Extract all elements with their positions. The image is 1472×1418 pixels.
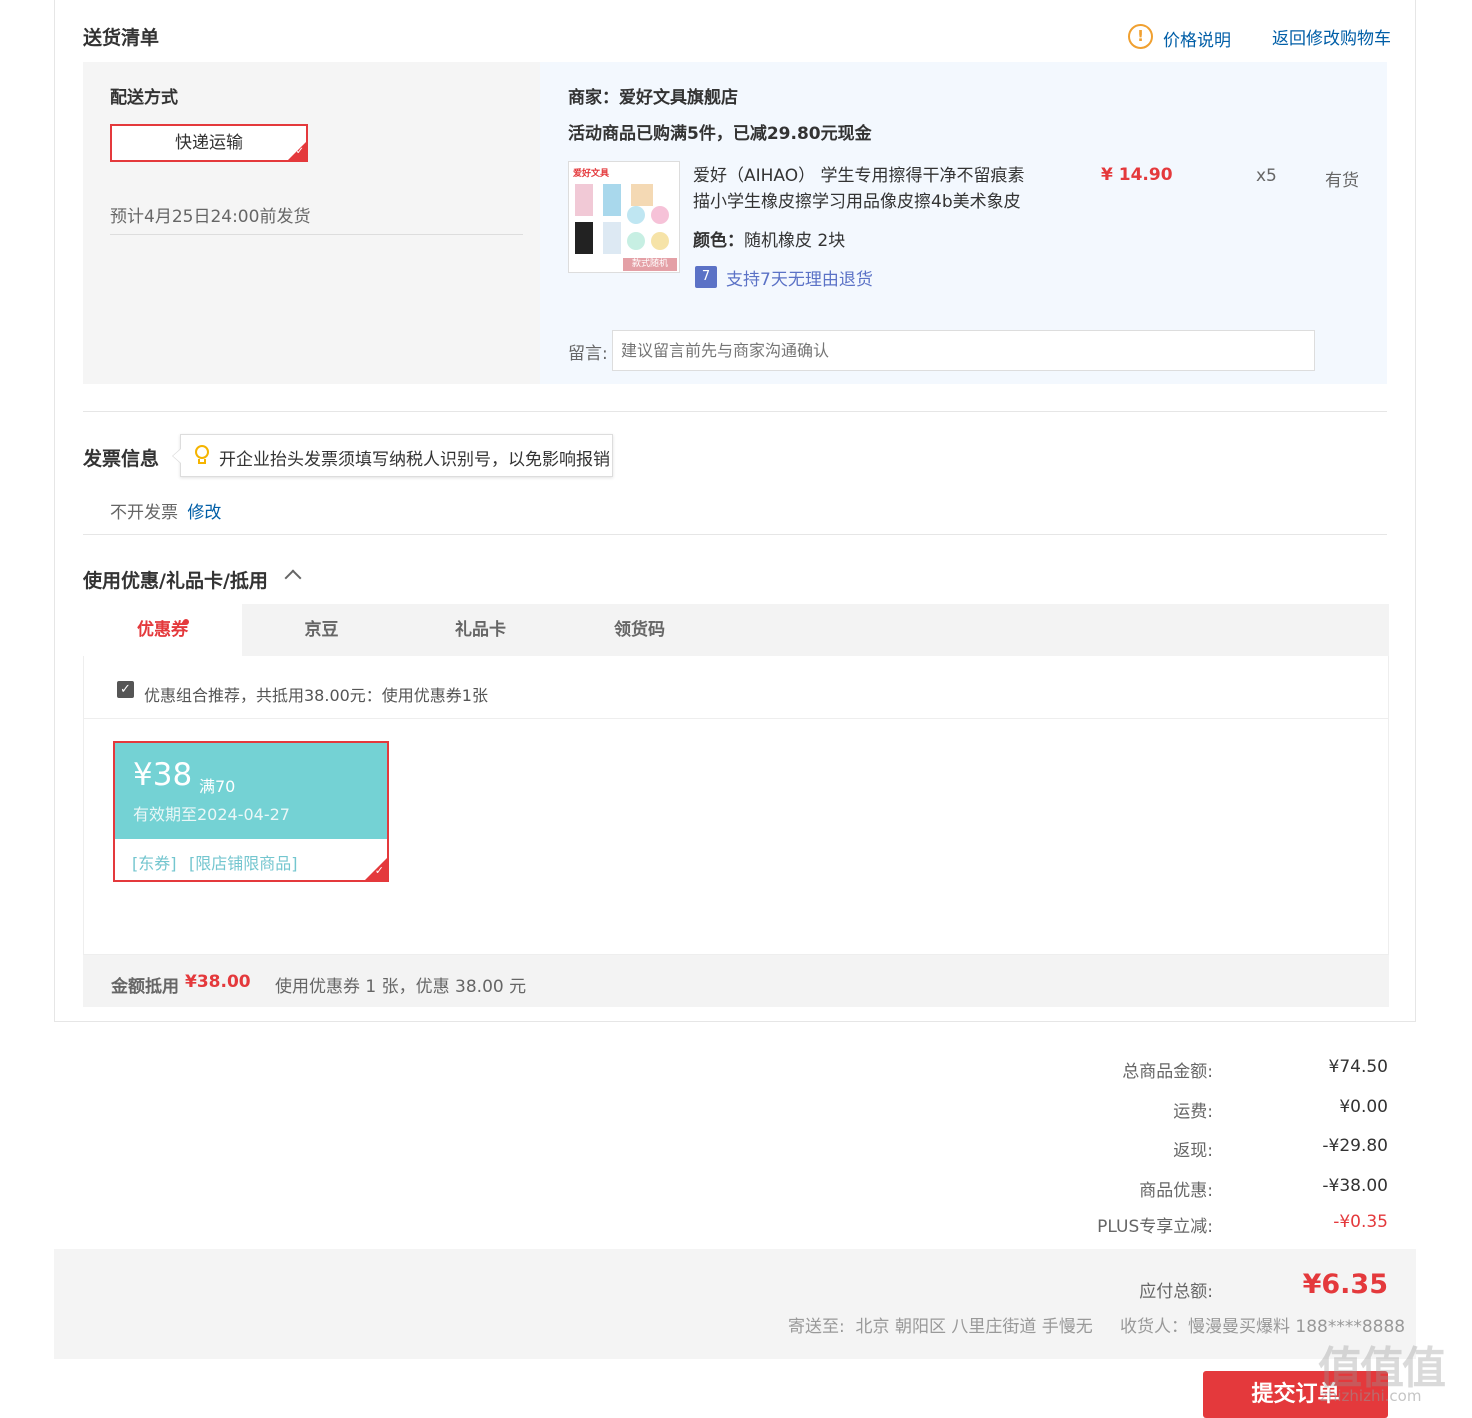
merchant-name: 商家：爱好文具旗舰店: [568, 88, 738, 108]
note-input[interactable]: [612, 330, 1315, 371]
summary-value-plus: -¥0.35: [1333, 1212, 1388, 1232]
eraser-image: [651, 206, 669, 224]
express-shipping-option[interactable]: 快递运输 ✓: [110, 124, 308, 162]
discount-title: 使用优惠/礼品卡/抵用: [83, 570, 268, 592]
deduct-amount: ¥38.00: [185, 972, 251, 992]
deduct-label: 金额抵用: [111, 977, 179, 997]
eraser-image: [631, 184, 653, 206]
lightbulb-icon: [194, 445, 210, 465]
color-value: 随机橡皮 2块: [744, 231, 846, 251]
eraser-image: [627, 232, 645, 250]
product-price: ¥ 14.90: [1101, 165, 1173, 185]
coupon-amount: ¥38: [133, 757, 193, 793]
eraser-image: [603, 184, 621, 216]
combo-text: 优惠组合推荐，共抵用38.00元：使用优惠券1张: [144, 686, 488, 705]
section-divider: [83, 411, 1387, 412]
thumb-brand: 爱好文具: [573, 169, 610, 179]
invoice-tip: 开企业抬头发票须填写纳税人识别号，以免影响报销: [172, 434, 613, 477]
invoice-status: 不开发票 修改: [110, 498, 221, 523]
tab-coupon[interactable]: 优惠券: [83, 604, 242, 656]
coupon-footer: 金额抵用 ¥38.00 使用优惠券 1 张，优惠 38.00 元: [83, 955, 1389, 1007]
selected-check-icon: ✓: [365, 858, 387, 880]
summary-value-shipping: ¥0.00: [1339, 1097, 1388, 1117]
info-icon: !: [1128, 24, 1153, 49]
price-note-link[interactable]: 价格说明: [1163, 26, 1231, 51]
tab-giftcard[interactable]: 礼品卡: [401, 604, 560, 656]
invoice-title: 发票信息: [83, 448, 160, 470]
invoice-edit-link[interactable]: 修改: [187, 503, 221, 523]
stock-status: 有货: [1325, 171, 1359, 191]
summary-value-cashback: -¥29.80: [1322, 1136, 1388, 1156]
note-label: 留言:: [568, 344, 608, 364]
coupon-card[interactable]: ¥38 满70 有效期至2024-04-27 [东券] [限店铺限商品] ✓: [113, 741, 389, 882]
eraser-image: [651, 232, 669, 250]
red-dot-badge: [183, 619, 189, 625]
discount-tabs: 优惠券 京豆 礼品卡 领货码: [83, 604, 1389, 656]
coupon-tag-jd: [东券]: [132, 854, 177, 873]
summary-value-total: ¥74.50: [1328, 1057, 1388, 1077]
combo-checkbox[interactable]: ✓: [117, 681, 134, 698]
tab-pickup-code[interactable]: 领货码: [560, 604, 719, 656]
summary-value-discount: -¥38.00: [1322, 1176, 1388, 1196]
tab-coupon-label: 优惠券: [137, 620, 188, 640]
product-qty: x5: [1256, 166, 1277, 186]
product-title-line1: 爱好（AIHAO） 学生专用擦得干净不留痕素: [693, 166, 1025, 186]
coupon-top: ¥38 满70 有效期至2024-04-27: [115, 743, 387, 839]
thumb-tag: 款式随机: [623, 258, 677, 271]
watermark-site: zhizhizhi.com: [1320, 1387, 1422, 1405]
selected-check-icon: ✓: [288, 142, 306, 160]
promo-text: 活动商品已购满5件，已减29.80元现金: [568, 124, 872, 144]
tab-jingdou[interactable]: 京豆: [242, 604, 401, 656]
eraser-image: [575, 184, 593, 216]
product-title-line2: 描小学生橡皮擦学习用品像皮擦4b美术象皮: [693, 192, 1021, 212]
shipping-method-label: 配送方式: [110, 88, 178, 108]
product-color: 颜色：随机橡皮 2块: [693, 226, 845, 251]
product-title[interactable]: 爱好（AIHAO） 学生专用擦得干净不留痕素 描小学生橡皮擦学习用品像皮擦4b美…: [693, 163, 1025, 215]
product-thumbnail[interactable]: 爱好文具 款式随机: [568, 161, 680, 273]
delivery-eta: 预计4月25日24:00前发货: [110, 207, 311, 227]
return-policy: 支持7天无理由退货: [726, 270, 873, 290]
combo-divider: [84, 718, 1388, 719]
deduct-desc: 使用优惠券 1 张，优惠 38.00 元: [275, 977, 527, 997]
eta-divider: [110, 234, 523, 235]
back-to-cart-link[interactable]: 返回修改购物车: [1272, 24, 1391, 49]
invoice-status-text: 不开发票: [110, 503, 178, 523]
section-divider: [83, 534, 1387, 535]
coupon-threshold: 满70: [199, 777, 236, 796]
invoice-tip-text: 开企业抬头发票须填写纳税人识别号，以免影响报销: [219, 450, 610, 470]
coupon-tag-shop: [限店铺限商品]: [189, 854, 298, 873]
payment-box: 应付总额: ¥6.35 寄送至: 北京 朝阳区 八里庄街道 手慢无 收货人：慢漫…: [54, 1249, 1416, 1359]
express-shipping-label: 快递运输: [175, 133, 243, 153]
eraser-image: [603, 222, 621, 254]
color-label: 颜色：: [693, 231, 744, 251]
eraser-image: [575, 222, 593, 254]
total-value: ¥6.35: [1302, 1269, 1388, 1300]
coupon-expiry: 有效期至2024-04-27: [133, 805, 290, 824]
eraser-image: [627, 206, 645, 224]
delivery-title: 送货清单: [83, 27, 160, 49]
ship-to: 寄送至: 北京 朝阳区 八里庄街道 手慢无: [788, 1317, 1093, 1337]
return-policy-icon: 7: [695, 266, 717, 288]
